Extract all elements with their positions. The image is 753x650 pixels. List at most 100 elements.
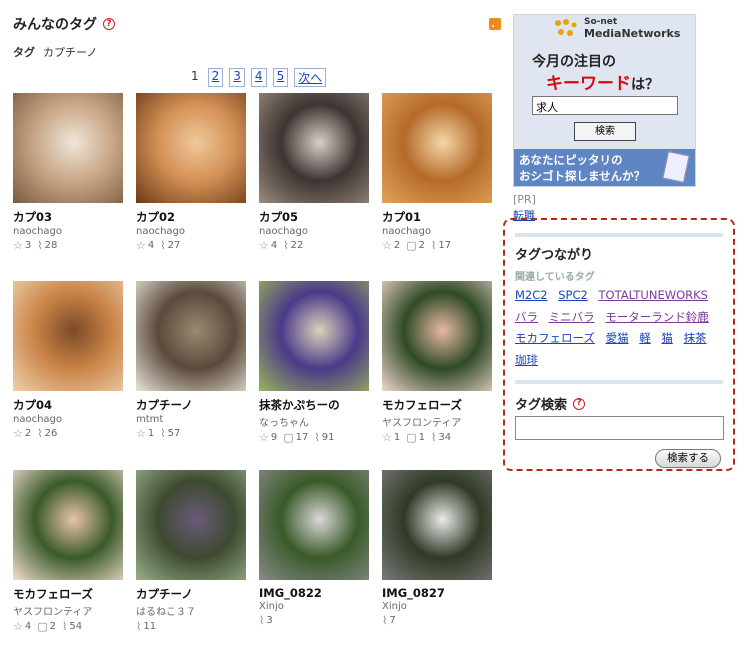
photo-thumbnail[interactable] [382,470,492,580]
photo-user[interactable]: naochago [13,414,123,425]
photo-user[interactable]: Xinjo [259,601,369,612]
photo-item[interactable]: モカフェローズ ヤスフロンティア ☆ 1 ▢ 1 ⌇ 34 [382,281,492,444]
photo-thumbnail[interactable] [259,281,369,391]
photo-item[interactable]: カプ04 naochago ☆ 2 ⌇ 26 [13,281,123,440]
stat: ⌇ 28 [37,239,57,252]
photo-stats: ☆ 2 ▢ 2 ⌇ 17 [382,239,492,252]
pagination: 1 2 3 4 5 次へ [188,68,327,87]
related-tag-link[interactable]: モーターランド鈴鹿 [605,310,709,324]
photo-item[interactable]: カプチーノ はるねこ３７ ⌇ 11 [136,470,246,633]
photo-thumbnail[interactable] [13,470,123,580]
photo-thumbnail[interactable] [13,281,123,391]
related-tag-link[interactable]: TOTALTUNEWORKS [599,288,708,302]
page-title: みんなのタグ [13,17,97,33]
page-link-4[interactable]: 4 [250,68,267,87]
photo-stats: ☆ 4 ▢ 2 ⌇ 54 [13,620,123,633]
photo-user[interactable]: なっちゃん [259,414,369,429]
photo-thumbnail[interactable] [136,470,246,580]
photo-thumbnail[interactable] [382,93,492,203]
photo-thumbnail[interactable] [259,470,369,580]
ad-search-button[interactable]: 検索 [574,122,636,141]
stat: ⌇ 17 [431,239,451,252]
help-icon[interactable]: ? [103,18,115,30]
section-divider [515,380,723,384]
photo-user[interactable]: はるねこ３７ [136,603,246,618]
related-tag-list: M2C2 SPC2 TOTALTUNEWORKS バラ ミニバラ モーターランド… [515,285,720,371]
stat: ⌇ 34 [431,431,451,444]
photo-title[interactable]: モカフェローズ [382,397,492,413]
stat-value: 1 [147,428,155,439]
related-tag-link[interactable]: モカフェローズ [515,331,595,345]
related-tag-link[interactable]: 猫 [661,331,673,345]
photo-thumbnail[interactable] [382,281,492,391]
photo-title[interactable]: IMG_0827 [382,586,492,600]
related-tag-link[interactable]: 抹茶 [684,331,707,345]
comment-icon: ▢ [37,620,48,633]
photo-thumbnail[interactable] [136,281,246,391]
stat: ☆ 2 [382,239,400,252]
related-tag-link[interactable]: 軽 [639,331,651,345]
photo-user[interactable]: naochago [382,226,492,237]
photo-title[interactable]: カプ04 [13,397,123,413]
photo-title[interactable]: カプ01 [382,209,492,225]
photo-title[interactable]: IMG_0822 [259,586,369,600]
photo-title[interactable]: カプ03 [13,209,123,225]
page-link-5[interactable]: 5 [272,68,289,87]
stat-value: 3 [266,615,273,626]
photo-thumbnail[interactable] [136,93,246,203]
photo-item[interactable]: カプ02 naochago ☆ 4 ⌇ 27 [136,93,246,252]
page-link-3[interactable]: 3 [229,68,245,87]
stat-value: 3 [24,240,32,251]
tag-search-button[interactable]: 検索する [655,449,721,468]
photo-title[interactable]: カプチーノ [136,397,246,413]
comment-icon: ▢ [283,431,294,444]
photo-title[interactable]: カプチーノ [136,586,246,602]
clip-icon: ⌇ [37,427,43,440]
photo-title[interactable]: 抹茶かぷちーの [259,397,369,413]
photo-item[interactable]: カプチーノ mtmt ☆ 1 ⌇ 57 [136,281,246,440]
photo-thumbnail[interactable] [13,93,123,203]
related-tag-link[interactable]: M2C2 [515,288,548,302]
photo-user[interactable]: naochago [13,226,123,237]
page-next-link[interactable]: 次へ [294,68,327,87]
related-tags-title: タグつながり [515,248,594,263]
photo-item[interactable]: IMG_0822 Xinjo ⌇ 3 [259,470,369,627]
stat-value: 4 [270,240,278,251]
stat-value: 1 [418,432,426,443]
related-tag-link[interactable]: 愛猫 [606,331,629,345]
stat-value: 1 [393,432,401,443]
photo-item[interactable]: カプ03 naochago ☆ 3 ⌇ 28 [13,93,123,252]
photo-item[interactable]: IMG_0827 Xinjo ⌇ 7 [382,470,492,627]
photo-title[interactable]: モカフェローズ [13,586,123,602]
ad-search-input[interactable]: 求人 [532,96,678,115]
photo-user[interactable]: ヤスフロンティア [13,603,123,618]
photo-item[interactable]: カプ01 naochago ☆ 2 ▢ 2 ⌇ 17 [382,93,492,252]
star-icon: ☆ [382,431,392,444]
related-tag-link[interactable]: ミニバラ [549,310,595,324]
photo-user[interactable]: mtmt [136,414,246,425]
rss-icon[interactable] [489,18,501,30]
photo-title[interactable]: カプ02 [136,209,246,225]
stat-value: 2 [24,428,32,439]
photo-item[interactable]: カプ05 naochago ☆ 4 ⌇ 22 [259,93,369,252]
tag-search-input[interactable] [515,416,724,440]
photo-item[interactable]: 抹茶かぷちーの なっちゃん ☆ 9 ▢ 17 ⌇ 91 [259,281,369,444]
photo-user[interactable]: ヤスフロンティア [382,414,492,429]
photo-user[interactable]: naochago [136,226,246,237]
ad-banner[interactable]: So-net MediaNetworks 今月の注目の キーワードは？ 求人 検… [513,14,696,187]
photo-title[interactable]: カプ05 [259,209,369,225]
related-tag-link[interactable]: 珈琲 [515,353,538,367]
sponsor-logo: So-net MediaNetworks [550,17,680,41]
help-icon[interactable]: ? [573,397,586,410]
related-tag-link[interactable]: SPC2 [558,288,588,302]
related-tag-link[interactable]: バラ [515,310,538,324]
stat-value: 91 [321,432,335,443]
photo-user[interactable]: Xinjo [382,601,492,612]
photo-user[interactable]: naochago [259,226,369,237]
page-link-2[interactable]: 2 [207,68,224,87]
photo-thumbnail[interactable] [259,93,369,203]
logo-dots-icon [555,19,577,36]
clip-icon: ⌇ [136,620,142,633]
stat-value: 57 [167,428,181,439]
photo-item[interactable]: モカフェローズ ヤスフロンティア ☆ 4 ▢ 2 ⌇ 54 [13,470,123,633]
